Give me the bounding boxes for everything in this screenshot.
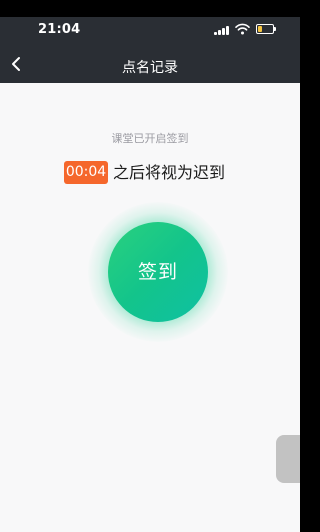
app-header: 21:04 点名记录 bbox=[0, 17, 300, 83]
status-time: 21:04 bbox=[38, 22, 81, 37]
floating-side-tab[interactable] bbox=[276, 435, 300, 483]
checkin-open-hint: 课堂已开启签到 bbox=[111, 132, 189, 145]
late-warning-text: 之后将视为迟到 bbox=[113, 163, 226, 182]
checkin-button[interactable]: 签到 bbox=[108, 222, 208, 322]
wifi-icon bbox=[235, 23, 250, 35]
late-warning-row: 00:04 之后将视为迟到 bbox=[0, 161, 300, 185]
page-title: 点名记录 bbox=[122, 60, 178, 76]
countdown-badge: 00:04 bbox=[64, 161, 108, 184]
nav-bar: 点名记录 bbox=[0, 50, 300, 83]
signal-icon bbox=[214, 25, 230, 35]
attendance-content: 课堂已开启签到 00:04 之后将视为迟到 签到 bbox=[0, 83, 300, 532]
status-bar: 21:04 bbox=[0, 17, 300, 41]
top-black-band bbox=[0, 0, 300, 17]
battery-icon bbox=[256, 24, 276, 34]
